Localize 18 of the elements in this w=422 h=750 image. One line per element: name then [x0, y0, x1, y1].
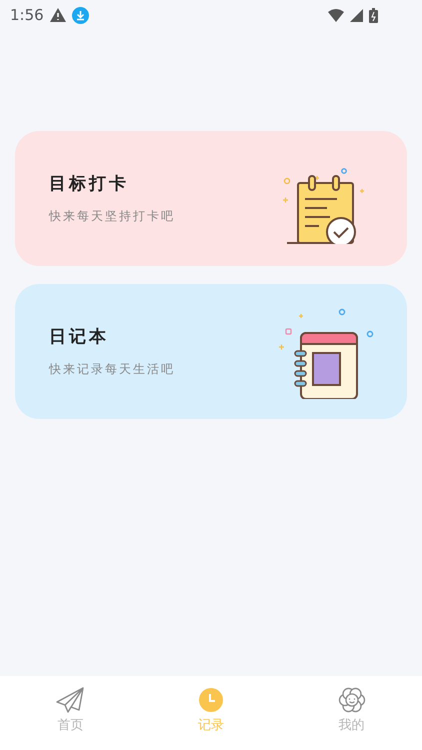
- status-time: 1:56: [10, 4, 44, 26]
- paper-plane-icon: [55, 686, 86, 714]
- clock-icon: [199, 688, 223, 712]
- feature-card[interactable]: 日记本 快来记录每天生活吧: [15, 284, 407, 419]
- flower-icon: [338, 686, 366, 714]
- warning-icon: [50, 8, 66, 22]
- nav-tab[interactable]: 记录: [140, 676, 282, 750]
- card-title: 目标打卡: [49, 172, 130, 196]
- card-title: 日记本: [49, 326, 110, 349]
- wifi-icon: [328, 8, 344, 22]
- card-subtitle: 快来记录每天生活吧: [49, 361, 176, 378]
- nav-tab[interactable]: 我的: [281, 676, 422, 750]
- card-subtitle: 快来每天坚持打卡吧: [49, 208, 176, 226]
- feature-card[interactable]: 目标打卡 快来每天坚持打卡吧: [15, 131, 407, 266]
- battery-icon: [369, 8, 378, 22]
- signal-icon: [350, 8, 363, 22]
- download-icon: [72, 6, 89, 24]
- nav-tab[interactable]: 首页: [0, 676, 141, 750]
